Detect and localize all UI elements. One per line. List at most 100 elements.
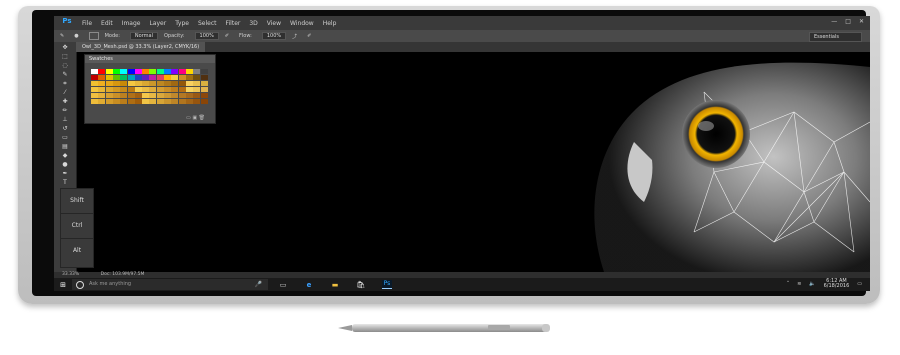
swatch-color[interactable] xyxy=(105,69,113,74)
healing-tool-icon[interactable]: ✚ xyxy=(60,99,70,105)
swatch-color[interactable] xyxy=(171,81,179,86)
swatch-color[interactable] xyxy=(98,99,106,104)
swatch-color[interactable] xyxy=(91,75,98,80)
swatch-color[interactable] xyxy=(178,93,186,98)
crop-tool-icon[interactable]: ⌗ xyxy=(60,81,70,87)
clock[interactable]: 6:12 AM 6/18/2016 xyxy=(824,279,850,289)
swatch-color[interactable] xyxy=(98,69,106,74)
swatch-color[interactable] xyxy=(193,87,201,92)
gradient-tool-icon[interactable]: ▤ xyxy=(60,144,70,150)
swatch-color[interactable] xyxy=(185,87,193,92)
swatch-color[interactable] xyxy=(98,87,106,92)
swatch-color[interactable] xyxy=(127,81,135,86)
swatch-color[interactable] xyxy=(105,87,113,92)
swatch-color[interactable] xyxy=(134,81,142,86)
minimize-button[interactable]: — xyxy=(831,18,837,25)
type-tool-icon[interactable]: T xyxy=(60,180,70,186)
swatch-color[interactable] xyxy=(193,81,201,86)
swatch-color[interactable] xyxy=(120,99,128,104)
swatch-color[interactable] xyxy=(142,87,150,92)
move-tool-icon[interactable]: ✥ xyxy=(60,45,70,51)
swatch-color[interactable] xyxy=(164,93,171,98)
eyedropper-tool-icon[interactable]: ⁄ xyxy=(60,90,70,96)
menu-layer[interactable]: Layer xyxy=(149,20,166,27)
swatch-color[interactable] xyxy=(185,93,193,98)
swatch-color[interactable] xyxy=(91,81,98,86)
swatch-color[interactable] xyxy=(149,69,157,74)
blur-tool-icon[interactable]: ◆ xyxy=(60,153,70,159)
pressure-size-icon[interactable]: ✐ xyxy=(307,33,311,39)
swatch-color[interactable] xyxy=(178,87,186,92)
new-swatch-icon[interactable]: ▣ xyxy=(192,115,197,121)
stamp-tool-icon[interactable]: ⊥ xyxy=(60,117,70,123)
swatch-color[interactable] xyxy=(134,69,142,74)
swatch-color[interactable] xyxy=(178,75,186,80)
swatch-color[interactable] xyxy=(178,99,186,104)
zoom-level[interactable]: 33.33% xyxy=(62,272,79,277)
swatch-color[interactable] xyxy=(98,81,106,86)
swatch-color[interactable] xyxy=(127,75,135,80)
mode-select[interactable]: Normal xyxy=(129,32,158,40)
swatch-color[interactable] xyxy=(112,69,120,74)
swatch-color[interactable] xyxy=(112,87,120,92)
volume-icon[interactable]: 🔈 xyxy=(809,281,815,287)
swatch-color[interactable] xyxy=(112,81,120,86)
menu-filter[interactable]: Filter xyxy=(226,20,241,27)
swatch-color[interactable] xyxy=(200,69,208,74)
brush-preset-icon[interactable]: ● xyxy=(74,33,78,39)
swatch-color[interactable] xyxy=(171,69,179,74)
swatch-color[interactable] xyxy=(120,69,128,74)
network-icon[interactable]: ≋ xyxy=(797,281,801,287)
delete-swatch-icon[interactable]: 🗑 xyxy=(199,115,205,121)
swatch-color[interactable] xyxy=(120,93,128,98)
swatch-color[interactable] xyxy=(156,69,164,74)
swatch-color[interactable] xyxy=(200,75,208,80)
swatch-color[interactable] xyxy=(142,99,150,104)
tray-expand-icon[interactable]: ˄ xyxy=(787,281,790,287)
swatch-color[interactable] xyxy=(156,87,164,92)
notifications-icon[interactable]: ▭ xyxy=(857,281,862,287)
swatch-color[interactable] xyxy=(171,87,179,92)
menu-file[interactable]: File xyxy=(82,20,92,27)
swatch-color[interactable] xyxy=(171,93,179,98)
swatch-color[interactable] xyxy=(149,87,157,92)
swatch-color[interactable] xyxy=(120,87,128,92)
maximize-button[interactable]: □ xyxy=(845,18,851,25)
swatch-color[interactable] xyxy=(149,99,157,104)
file-explorer-icon[interactable]: ▬ xyxy=(330,281,340,289)
swatch-color[interactable] xyxy=(171,75,179,80)
menu-image[interactable]: Image xyxy=(122,20,141,27)
swatch-color[interactable] xyxy=(134,75,142,80)
ctrl-key-button[interactable]: Ctrl xyxy=(61,214,93,239)
swatch-color[interactable] xyxy=(142,75,150,80)
swatch-color[interactable] xyxy=(185,81,193,86)
dodge-tool-icon[interactable]: ● xyxy=(60,162,70,168)
pen-tool-icon[interactable]: ✒ xyxy=(60,171,70,177)
lasso-tool-icon[interactable]: ◌ xyxy=(60,63,70,69)
swatch-color[interactable] xyxy=(193,99,201,104)
new-folder-icon[interactable]: ▭ xyxy=(186,115,191,121)
swatch-color[interactable] xyxy=(91,99,98,104)
opacity-field[interactable]: 100% xyxy=(194,32,219,40)
swatch-color[interactable] xyxy=(134,87,142,92)
menu-edit[interactable]: Edit xyxy=(101,20,113,27)
swatch-color[interactable] xyxy=(91,69,98,74)
swatch-color[interactable] xyxy=(185,75,193,80)
swatch-color[interactable] xyxy=(127,99,135,104)
alt-key-button[interactable]: Alt xyxy=(61,239,93,263)
menu-3d[interactable]: 3D xyxy=(249,20,257,27)
swatch-color[interactable] xyxy=(164,81,171,86)
swatch-color[interactable] xyxy=(98,93,106,98)
swatch-color[interactable] xyxy=(193,75,201,80)
swatch-color[interactable] xyxy=(105,99,113,104)
eraser-tool-icon[interactable]: ▭ xyxy=(60,135,70,141)
swatch-color[interactable] xyxy=(156,81,164,86)
swatch-color[interactable] xyxy=(120,81,128,86)
document-tab[interactable]: Owl_3D_Mesh.psd @ 33.3% (Layer2, CMYK/16… xyxy=(76,42,206,52)
swatch-color[interactable] xyxy=(193,69,201,74)
marquee-tool-icon[interactable]: ⬚ xyxy=(60,54,70,60)
swatch-color[interactable] xyxy=(105,81,113,86)
brush-tool-icon[interactable]: ✎ xyxy=(60,33,64,39)
swatch-color[interactable] xyxy=(134,93,142,98)
swatch-color[interactable] xyxy=(91,87,98,92)
